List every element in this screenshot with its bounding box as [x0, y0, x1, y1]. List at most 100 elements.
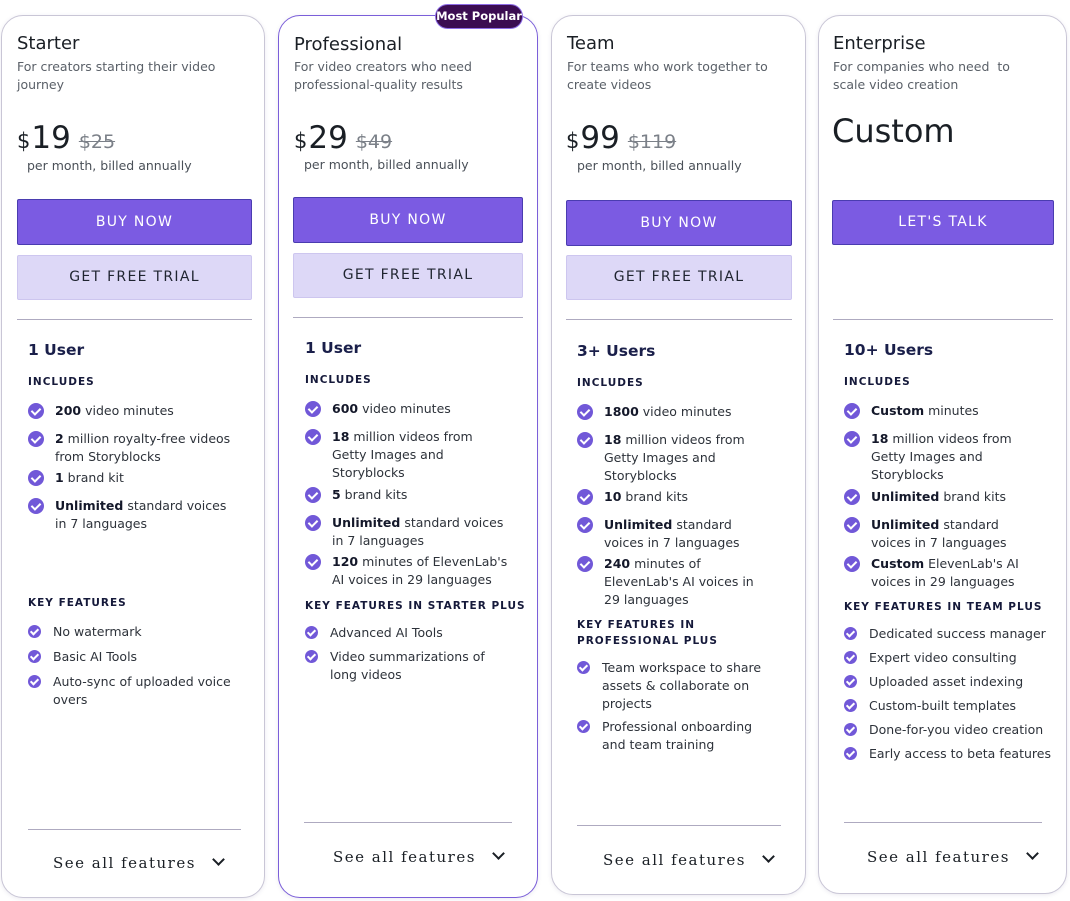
- original-price: $119: [627, 131, 677, 153]
- check-icon: [577, 661, 590, 674]
- billing-note: per month, billed annually: [304, 157, 469, 172]
- list-item: 240 minutes of ElevenLab's AI voices in …: [577, 555, 767, 609]
- see-all-features-link[interactable]: See all features: [53, 853, 225, 872]
- plan-description: For teams who work together to create vid…: [567, 59, 768, 92]
- check-icon: [28, 403, 44, 419]
- check-icon: [28, 498, 44, 514]
- plan-card-starter: Starter For creators starting their vide…: [1, 15, 265, 898]
- features-list: No watermark Basic AI Tools Auto-sync of…: [28, 623, 238, 709]
- user-count: 3+ Users: [577, 342, 656, 360]
- free-trial-button[interactable]: GET FREE TRIAL: [566, 255, 792, 300]
- includes-list: 1800 video minutes 18 million videos fro…: [577, 403, 767, 609]
- check-icon: [844, 699, 857, 712]
- check-icon: [305, 401, 321, 417]
- see-all-features-link[interactable]: See all features: [867, 847, 1039, 866]
- list-item: Auto-sync of uploaded voice overs: [28, 673, 238, 709]
- chevron-down-icon: [492, 847, 505, 860]
- includes-heading: INCLUDES: [305, 374, 372, 386]
- list-item: No watermark: [28, 623, 238, 641]
- free-trial-button[interactable]: GET FREE TRIAL: [293, 253, 523, 298]
- plan-name: Team: [567, 33, 615, 54]
- check-icon: [28, 650, 41, 663]
- check-icon: [577, 556, 593, 572]
- list-item: 1800 video minutes: [577, 403, 767, 421]
- list-item: Advanced AI Tools: [305, 624, 505, 642]
- divider: [566, 319, 792, 320]
- list-item: Unlimited standard voices in 7 languages: [577, 516, 767, 552]
- most-popular-badge: Most Popular: [435, 4, 523, 29]
- check-icon: [577, 404, 593, 420]
- key-features-heading: KEY FEATURES IN STARTER PLUS: [305, 600, 526, 612]
- includes-heading: INCLUDES: [28, 376, 95, 388]
- buy-now-button[interactable]: BUY NOW: [566, 200, 792, 246]
- plan-description: For video creators who need professional-…: [294, 59, 472, 92]
- includes-list: 200 video minutes 2 million royalty-free…: [28, 402, 233, 533]
- user-count: 10+ Users: [844, 341, 934, 359]
- user-count: 1 User: [28, 341, 85, 359]
- list-item: Team workspace to share assets & collabo…: [577, 659, 767, 713]
- buy-now-button[interactable]: BUY NOW: [17, 199, 252, 245]
- see-all-features-link[interactable]: See all features: [333, 847, 505, 866]
- check-icon: [305, 554, 321, 570]
- user-count: 1 User: [305, 339, 362, 357]
- includes-list: Custom minutes 18 million videos from Ge…: [844, 402, 1039, 591]
- chevron-down-icon: [762, 850, 775, 863]
- check-icon: [305, 429, 321, 445]
- list-item: Dedicated success manager: [844, 625, 1059, 643]
- list-item: 600 video minutes: [305, 400, 510, 418]
- plan-price: $19 $25: [17, 120, 116, 156]
- lets-talk-button[interactable]: LET'S TALK: [832, 200, 1054, 245]
- divider: [28, 829, 241, 830]
- check-icon: [844, 517, 860, 533]
- list-item: Done-for-you video creation: [844, 721, 1059, 739]
- check-icon: [844, 556, 860, 572]
- divider: [293, 317, 523, 318]
- key-features-heading: KEY FEATURES: [28, 597, 127, 609]
- plan-price: $99 $119: [566, 120, 677, 156]
- includes-heading: INCLUDES: [577, 377, 644, 389]
- check-icon: [28, 470, 44, 486]
- divider: [17, 319, 252, 320]
- list-item: 10 brand kits: [577, 488, 767, 506]
- list-item: Unlimited standard voices in 7 languages: [844, 516, 1039, 552]
- list-item: Custom-built templates: [844, 697, 1059, 715]
- key-features-heading: KEY FEATURES IN TEAM PLUS: [844, 601, 1043, 613]
- includes-heading: INCLUDES: [844, 376, 911, 388]
- check-icon: [844, 489, 860, 505]
- list-item: Unlimited standard voices in 7 languages: [28, 497, 233, 533]
- list-item: Basic AI Tools: [28, 648, 238, 666]
- check-icon: [844, 675, 857, 688]
- see-all-features-link[interactable]: See all features: [603, 850, 775, 869]
- list-item: 18 million videos from Getty Images and …: [844, 430, 1039, 484]
- plan-card-team: Team For teams who work together to creat…: [551, 15, 806, 895]
- list-item: 200 video minutes: [28, 402, 233, 420]
- check-icon: [844, 651, 857, 664]
- buy-now-button[interactable]: BUY NOW: [293, 197, 523, 243]
- plan-card-enterprise: Enterprise For companies who need to scal…: [818, 15, 1067, 894]
- plan-price: Custom: [832, 112, 955, 150]
- divider: [844, 822, 1042, 823]
- original-price: $49: [355, 131, 393, 153]
- check-icon: [28, 625, 41, 638]
- plan-name: Professional: [294, 34, 403, 55]
- check-icon: [305, 515, 321, 531]
- features-list: Dedicated success manager Expert video c…: [844, 625, 1059, 763]
- check-icon: [844, 747, 857, 760]
- check-icon: [305, 487, 321, 503]
- free-trial-button[interactable]: GET FREE TRIAL: [17, 255, 252, 300]
- includes-list: 600 video minutes 18 million videos from…: [305, 400, 510, 589]
- divider: [833, 319, 1053, 320]
- original-price: $25: [78, 131, 116, 153]
- list-item: 120 minutes of ElevenLab's AI voices in …: [305, 553, 510, 589]
- check-icon: [577, 489, 593, 505]
- plan-price: $29 $49: [294, 120, 393, 156]
- features-list: Team workspace to share assets & collabo…: [577, 659, 767, 754]
- list-item: Custom minutes: [844, 402, 1039, 420]
- check-icon: [28, 431, 44, 447]
- list-item: Video summarizations of long videos: [305, 648, 505, 684]
- plan-name: Enterprise: [833, 33, 926, 54]
- check-icon: [577, 432, 593, 448]
- billing-note: per month, billed annually: [577, 158, 742, 173]
- plan-card-professional: Professional For video creators who need…: [278, 15, 538, 898]
- check-icon: [844, 627, 857, 640]
